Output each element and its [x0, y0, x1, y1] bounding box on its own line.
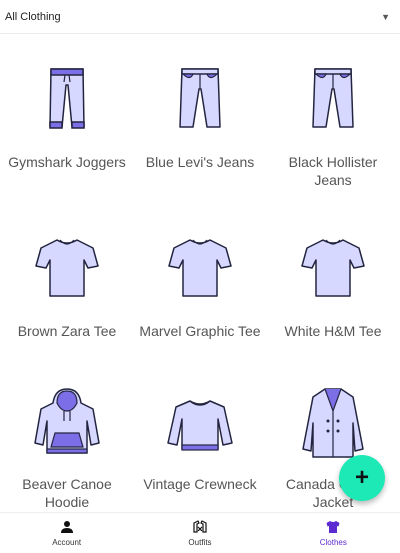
nav-item-account[interactable]: Account [0, 513, 133, 553]
jeans-icon [293, 65, 373, 137]
add-clothing-button[interactable]: + [339, 455, 385, 501]
outfits-icon [193, 519, 207, 533]
filter-selected-value: All Clothing [5, 10, 61, 23]
nav-label: Clothes [319, 537, 347, 547]
item-label: Black Hollister Jeans [288, 154, 378, 188]
jacket-icon [293, 387, 373, 459]
tshirt-icon [293, 234, 373, 306]
clothing-item-blue-levis-jeans[interactable]: Blue Levi's Jeans [133, 34, 267, 194]
item-label: White H&M Tee [284, 323, 382, 339]
clothing-item-gymshark-joggers[interactable]: Gymshark Joggers [0, 34, 134, 194]
joggers-icon [27, 65, 107, 137]
crewneck-icon [160, 387, 240, 459]
nav-item-clothes[interactable]: Clothes [267, 513, 400, 553]
item-label: Beaver Canoe Hoodie [22, 476, 112, 510]
jeans-icon [160, 65, 240, 137]
clothing-item-black-hollister-jeans[interactable]: Black Hollister Jeans [266, 34, 400, 194]
clothing-grid: Gymshark Joggers Blue Levi's Jeans Black [0, 34, 400, 512]
tshirt-icon [27, 234, 107, 306]
dropdown-caret-icon: ▼ [381, 11, 390, 22]
clothes-icon [326, 520, 340, 533]
item-label: Gymshark Joggers [8, 154, 126, 170]
item-label: Blue Levi's Jeans [145, 154, 255, 170]
clothing-item-brown-zara-tee[interactable]: Brown Zara Tee [0, 203, 134, 363]
clothing-item-marvel-graphic-tee[interactable]: Marvel Graphic Tee [133, 203, 267, 363]
clothing-filter-dropdown[interactable]: All Clothing ▼ [0, 0, 400, 34]
bottom-navigation: Account Outfits Clothes [0, 512, 400, 553]
clothing-item-white-hm-tee[interactable]: White H&M Tee [266, 203, 400, 363]
account-icon [60, 520, 73, 533]
item-label: Brown Zara Tee [17, 323, 117, 339]
item-label: Marvel Graphic Tee [139, 323, 261, 339]
nav-item-outfits[interactable]: Outfits [133, 513, 266, 553]
clothing-item-beaver-canoe-hoodie[interactable]: Beaver Canoe Hoodie [0, 356, 134, 512]
clothing-item-vintage-crewneck[interactable]: Vintage Crewneck [133, 356, 267, 512]
hoodie-icon [27, 387, 107, 459]
item-label: Vintage Crewneck [143, 476, 257, 492]
add-icon: + [354, 464, 369, 491]
nav-label: Outfits [188, 537, 212, 547]
nav-label: Account [52, 537, 82, 547]
tshirt-icon [160, 234, 240, 306]
